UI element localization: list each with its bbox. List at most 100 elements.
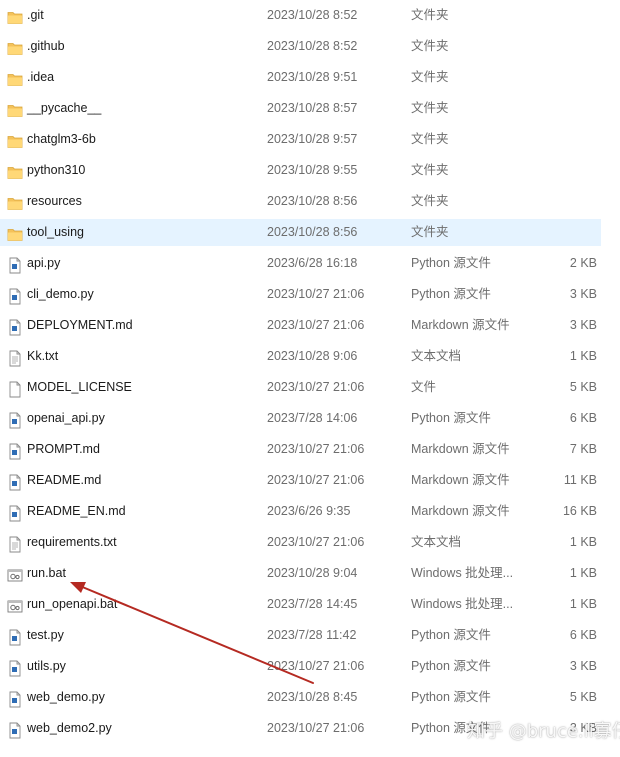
- file-type: 文本文档: [411, 349, 462, 363]
- folder-icon: [7, 162, 23, 179]
- file-date-modified: 2023/10/28 9:55: [267, 163, 358, 177]
- file-type: Windows 批处理...: [411, 597, 514, 611]
- file-row[interactable]: test.py 2023/7/28 11:42 Python 源文件 6 KB: [0, 620, 620, 651]
- file-row[interactable]: web_demo.py 2023/10/28 8:45 Python 源文件 5 KB: [0, 682, 620, 713]
- file-row[interactable]: README_EN.md 2023/6/26 9:35 Markdown 源文件 16…: [0, 496, 620, 527]
- python-file-icon: [7, 255, 23, 274]
- file-name[interactable]: Kk.txt: [27, 341, 58, 372]
- file-name[interactable]: api.py: [27, 248, 60, 279]
- file-type: Python 源文件: [411, 411, 491, 425]
- file-row[interactable]: PROMPT.md 2023/10/27 21:06 Markdown 源文件 7 K…: [0, 434, 620, 465]
- file-row[interactable]: MODEL_LICENSE 2023/10/27 21:06 文件 5 KB: [0, 372, 620, 403]
- file-row[interactable]: run.bat 2023/10/28 9:04 Windows 批处理... 1 KB: [0, 558, 620, 589]
- file-date-modified: 2023/10/28 9:57: [267, 132, 358, 146]
- file-name[interactable]: cli_demo.py: [27, 279, 94, 310]
- file-type: 文件夹: [411, 70, 449, 84]
- text-file-icon: [7, 534, 23, 553]
- file-name[interactable]: README_EN.md: [27, 496, 126, 527]
- file-size: 3 KB: [569, 318, 597, 332]
- file-date-modified: 2023/10/28 9:51: [267, 70, 358, 84]
- file-name[interactable]: chatglm3-6b: [27, 124, 96, 155]
- file-type: Python 源文件: [411, 659, 491, 673]
- file-date-modified: 2023/7/28 14:45: [267, 597, 358, 611]
- file-name[interactable]: PROMPT.md: [27, 434, 100, 465]
- file-row[interactable]: chatglm3-6b 2023/10/28 9:57 文件夹: [0, 124, 620, 155]
- file-type: 文件夹: [411, 194, 449, 208]
- blank-file-icon: [7, 379, 23, 398]
- markdown-file-icon: [7, 472, 23, 491]
- file-name[interactable]: .idea: [27, 62, 54, 93]
- text-file-icon: [7, 348, 23, 367]
- batch-file-icon: [7, 565, 23, 582]
- file-date-modified: 2023/10/28 8:45: [267, 690, 358, 704]
- file-name[interactable]: DEPLOYMENT.md: [27, 310, 133, 341]
- file-type: Markdown 源文件: [411, 442, 510, 456]
- file-size: 16 KB: [562, 504, 597, 518]
- file-row[interactable]: .github 2023/10/28 8:52 文件夹: [0, 31, 620, 62]
- file-name[interactable]: README.md: [27, 465, 101, 496]
- file-name[interactable]: run_openapi.bat: [27, 589, 117, 620]
- file-name[interactable]: MODEL_LICENSE: [27, 372, 132, 403]
- file-row[interactable]: .idea 2023/10/28 9:51 文件夹: [0, 62, 620, 93]
- file-row[interactable]: .git 2023/10/28 8:52 文件夹: [0, 0, 620, 31]
- file-date-modified: 2023/10/27 21:06: [267, 473, 365, 487]
- file-name[interactable]: python310: [27, 155, 85, 186]
- folder-icon: [7, 100, 23, 117]
- file-size: 1 KB: [569, 349, 597, 363]
- file-date-modified: 2023/10/27 21:06: [267, 535, 365, 549]
- file-name[interactable]: .github: [27, 31, 65, 62]
- file-type: Python 源文件: [411, 256, 491, 270]
- file-list: .git 2023/10/28 8:52 文件夹 .github 2023/10/28 …: [0, 0, 620, 744]
- python-file-icon: [7, 286, 23, 305]
- file-name[interactable]: resources: [27, 186, 82, 217]
- folder-icon: [7, 193, 23, 210]
- file-name[interactable]: web_demo2.py: [27, 713, 112, 744]
- python-file-icon: [7, 658, 23, 677]
- file-row[interactable]: api.py 2023/6/28 16:18 Python 源文件 2 KB: [0, 248, 620, 279]
- file-row[interactable]: DEPLOYMENT.md 2023/10/27 21:06 Markdown 源文…: [0, 310, 620, 341]
- file-row[interactable]: tool_using 2023/10/28 8:56 文件夹: [0, 217, 620, 248]
- file-size: 5 KB: [569, 690, 597, 704]
- file-size: 11 KB: [563, 473, 597, 487]
- file-name[interactable]: openai_api.py: [27, 403, 105, 434]
- file-row[interactable]: requirements.txt 2023/10/27 21:06 文本文档 1 KB: [0, 527, 620, 558]
- file-row[interactable]: cli_demo.py 2023/10/27 21:06 Python 源文件 3 K…: [0, 279, 620, 310]
- file-name[interactable]: tool_using: [27, 217, 84, 248]
- file-name[interactable]: test.py: [27, 620, 64, 651]
- file-size: 2 KB: [569, 256, 597, 270]
- batch-file-icon: [7, 596, 23, 613]
- markdown-file-icon: [7, 503, 23, 522]
- python-file-icon: [7, 627, 23, 646]
- file-type: Markdown 源文件: [411, 318, 510, 332]
- file-date-modified: 2023/10/27 21:06: [267, 659, 365, 673]
- file-name[interactable]: web_demo.py: [27, 682, 105, 713]
- file-name[interactable]: __pycache__: [27, 93, 101, 124]
- file-name[interactable]: run.bat: [27, 558, 66, 589]
- file-date-modified: 2023/10/27 21:06: [267, 721, 365, 735]
- file-size: 1 KB: [569, 597, 597, 611]
- file-name[interactable]: .git: [27, 0, 44, 31]
- file-row[interactable]: utils.py 2023/10/27 21:06 Python 源文件 3 KB: [0, 651, 620, 682]
- file-row[interactable]: openai_api.py 2023/7/28 14:06 Python 源文件 6 …: [0, 403, 620, 434]
- file-date-modified: 2023/10/27 21:06: [267, 380, 365, 394]
- file-date-modified: 2023/6/28 16:18: [267, 256, 358, 270]
- file-type: 文本文档: [411, 535, 462, 549]
- watermark: 知乎 @bruce.li寡仔: [467, 721, 620, 742]
- file-type: Markdown 源文件: [411, 473, 510, 487]
- file-type: 文件夹: [411, 163, 449, 177]
- file-row[interactable]: Kk.txt 2023/10/28 9:06 文本文档 1 KB: [0, 341, 620, 372]
- folder-icon: [7, 131, 23, 148]
- file-date-modified: 2023/7/28 11:42: [267, 628, 357, 642]
- file-date-modified: 2023/10/28 9:06: [267, 349, 358, 363]
- file-row[interactable]: run_openapi.bat 2023/7/28 14:45 Windows 批处…: [0, 589, 620, 620]
- file-row[interactable]: python310 2023/10/28 9:55 文件夹: [0, 155, 620, 186]
- file-row[interactable]: README.md 2023/10/27 21:06 Markdown 源文件 11 …: [0, 465, 620, 496]
- file-row[interactable]: resources 2023/10/28 8:56 文件夹: [0, 186, 620, 217]
- file-row[interactable]: __pycache__ 2023/10/28 8:57 文件夹: [0, 93, 620, 124]
- file-name[interactable]: utils.py: [27, 651, 66, 682]
- python-file-icon: [7, 720, 23, 739]
- file-name[interactable]: requirements.txt: [27, 527, 117, 558]
- file-date-modified: 2023/10/28 8:57: [267, 101, 358, 115]
- file-size: 1 KB: [569, 566, 597, 580]
- file-type: Markdown 源文件: [411, 504, 510, 518]
